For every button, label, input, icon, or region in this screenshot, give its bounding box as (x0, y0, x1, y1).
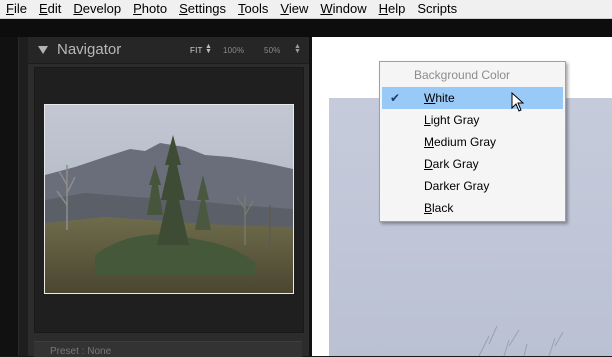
menu-tools[interactable]: Tools (232, 0, 274, 18)
menu-photo[interactable]: Photo (127, 0, 173, 18)
navigator-panel: Navigator FIT ▲ ▼ 100% 50% ▲ ▼ Preset: … (28, 37, 309, 357)
left-edge (0, 37, 18, 356)
navigator-preview-well (34, 67, 304, 333)
landscape-thumbnail-image (45, 105, 293, 293)
menu-item-label: Darker Gray (424, 179, 490, 193)
menu-header: Background Color (414, 68, 511, 82)
menu-item-darker-gray[interactable]: Darker Gray (382, 175, 563, 197)
menu-file[interactable]: File (0, 0, 33, 18)
checkmark-icon: ✔ (390, 91, 401, 105)
menu-item-dark-gray[interactable]: Dark Gray (382, 153, 563, 175)
preset-label: Preset : None (50, 346, 112, 357)
menu-help[interactable]: Help (373, 0, 412, 18)
menu-bar: File Edit Develop Photo Settings Tools V… (0, 0, 612, 19)
navigator-title: Navigator (57, 41, 122, 58)
mouse-pointer-icon (511, 92, 525, 112)
app-top-strip (0, 19, 612, 37)
menu-scripts[interactable]: Scripts (411, 0, 463, 18)
menu-item-label: Dark Gray (424, 157, 479, 171)
menu-item-label: Medium Gray (424, 135, 497, 149)
zoom-stepper-icon[interactable]: ▲ ▼ (294, 43, 301, 55)
menu-item-medium-gray[interactable]: Medium Gray (382, 131, 563, 153)
menu-item-black[interactable]: Black (382, 197, 563, 219)
menu-view[interactable]: View (274, 0, 314, 18)
menu-edit[interactable]: Edit (33, 0, 67, 18)
navigator-photo-thumbnail[interactable] (44, 104, 294, 294)
menu-item-label: Light Gray (424, 113, 480, 127)
navigator-header[interactable]: Navigator FIT ▲ ▼ 100% 50% ▲ ▼ (28, 37, 309, 64)
menu-develop[interactable]: Develop (67, 0, 127, 18)
menu-item-label: Black (424, 201, 454, 215)
menu-item-white[interactable]: ✔ White (382, 87, 563, 109)
photo-branches-detail (478, 325, 564, 356)
menu-window[interactable]: Window (314, 0, 372, 18)
menu-item-light-gray[interactable]: Light Gray (382, 109, 563, 131)
menu-item-label: White (424, 91, 455, 105)
zoom-50-option[interactable]: 50% (264, 46, 281, 55)
zoom-100-option[interactable]: 100% (223, 46, 244, 55)
menu-settings[interactable]: Settings (173, 0, 232, 18)
triangle-down-icon[interactable] (38, 46, 48, 54)
preset-strip[interactable]: Preset : None (34, 341, 302, 357)
background-color-menu: Background Color ✔ White Light Gray Medi… (379, 61, 566, 222)
zoom-fit-option[interactable]: FIT (190, 46, 203, 55)
fit-stepper-icon[interactable]: ▲ ▼ (205, 43, 212, 55)
